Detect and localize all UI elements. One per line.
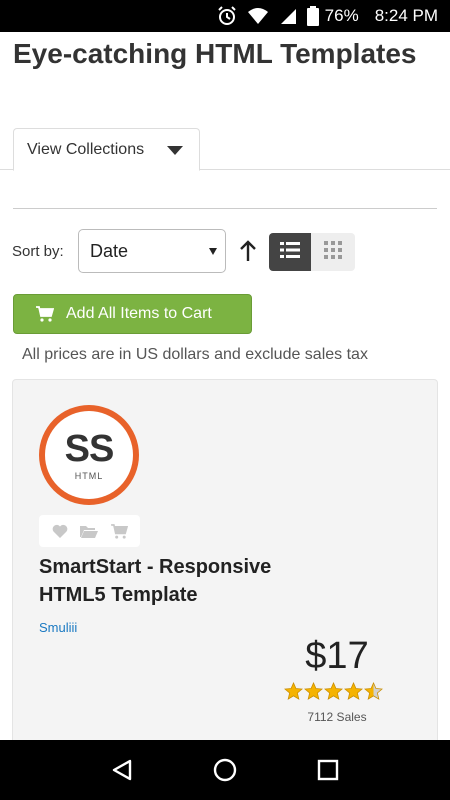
tab-strip: View Collections	[0, 128, 450, 171]
page-content: Eye-catching HTML Templates View Collect…	[0, 32, 450, 740]
add-all-to-cart-label: Add All Items to Cart	[66, 305, 212, 322]
sort-direction-icon[interactable]	[238, 237, 258, 265]
grid-view-button[interactable]	[311, 233, 355, 271]
recents-icon[interactable]	[308, 750, 348, 790]
battery-icon	[306, 6, 319, 26]
dropdown-caret-icon	[209, 248, 217, 255]
item-title[interactable]: SmartStart - Responsive HTML5 Template	[39, 553, 339, 609]
item-thumbnail[interactable]: SS HTML	[39, 405, 139, 505]
add-all-to-cart-button[interactable]: Add All Items to Cart	[13, 294, 252, 334]
logo-text: SS	[64, 428, 115, 470]
star-icon	[344, 682, 363, 700]
wifi-icon	[247, 7, 269, 25]
alarm-icon	[217, 6, 237, 26]
item-action-bar	[39, 515, 140, 547]
cart-icon	[36, 306, 54, 322]
list-view-button[interactable]	[269, 233, 311, 271]
sort-select[interactable]: Date	[78, 229, 226, 273]
clock: 8:24 PM	[374, 6, 438, 25]
star-icon	[364, 682, 383, 700]
back-icon[interactable]	[102, 750, 142, 790]
view-toggle	[269, 233, 355, 271]
folder-icon[interactable]	[77, 519, 101, 543]
page-title: Eye-catching HTML Templates	[13, 38, 417, 69]
chevron-down-icon	[167, 146, 183, 155]
sort-selected-value: Date	[90, 240, 129, 261]
star-icon	[324, 682, 343, 700]
list-view-icon	[280, 241, 300, 264]
item-price: $17	[305, 635, 369, 677]
sort-label: Sort by:	[12, 243, 64, 260]
status-bar: 76% 8:24 PM	[0, 0, 450, 32]
item-sales-count: 7112 Sales	[307, 710, 367, 724]
item-card: SS HTML SmartStart - Responsive HTML5 Te…	[12, 379, 438, 740]
star-icon	[304, 682, 323, 700]
item-rating	[284, 682, 384, 701]
view-collections-label: View Collections	[27, 140, 145, 158]
item-author-link[interactable]: Smuliii	[39, 620, 77, 635]
grid-view-icon	[324, 240, 342, 264]
divider	[13, 208, 437, 209]
heart-icon[interactable]	[48, 519, 72, 543]
price-notice: All prices are in US dollars and exclude…	[22, 346, 368, 363]
signal-icon	[279, 7, 297, 25]
logo-subtext: HTML	[74, 471, 104, 481]
view-collections-tab[interactable]: View Collections	[13, 128, 200, 171]
add-to-cart-icon[interactable]	[107, 519, 131, 543]
star-icon	[284, 682, 303, 700]
battery-percent: 76%	[324, 6, 359, 25]
item-logo-inner: SS HTML	[45, 411, 133, 499]
navigation-bar	[0, 740, 450, 800]
home-icon[interactable]	[205, 750, 245, 790]
